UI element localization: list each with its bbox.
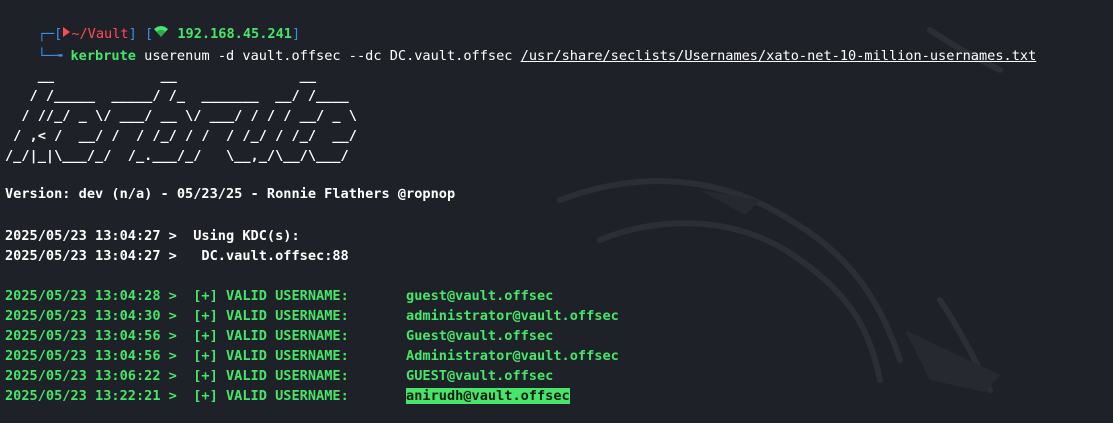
valid-username-value: GUEST@vault.offsec (406, 368, 554, 384)
prompt-line: ┌─[~/Vault] [ 192.168.45.241] (5, 4, 300, 42)
valid-username-value: Administrator@vault.offsec (406, 348, 619, 364)
ascii-banner-line: / ,< / __/ / / /_/ / / / /_/ / /_/ __/ (5, 128, 357, 144)
ascii-banner-line: / /_____ _____/ /_ _______ __/ /____ (5, 88, 357, 104)
kerbrute-ascii-banner: __ __ __ / /_____ _____/ /_ _______ __/ … (5, 66, 357, 166)
valid-username-tag: [+] VALID USERNAME: (193, 348, 349, 364)
log-timestamp: 2025/05/23 13:04:56 > (5, 328, 177, 344)
prompt-corner-bottom: └─╼ (37, 48, 63, 64)
command-args: userenum -d vault.offsec --dc DC.vault.o… (144, 48, 513, 64)
log-timestamp: 2025/05/23 13:04:30 > (5, 308, 177, 324)
command-name: kerbrute (70, 48, 136, 64)
log-line-kdc-host: 2025/05/23 13:04:27 > DC.vault.offsec:88 (5, 246, 349, 266)
valid-username-tag: [+] VALID USERNAME: (193, 388, 349, 404)
log-line-kdc: 2025/05/23 13:04:27 > Using KDC(s): (5, 226, 300, 246)
ascii-banner-line: /_/|_|\___/_/ /_.___/_/ \__,_/\__/\___/ (5, 148, 357, 164)
command-line: └─╼ kerbrute userenum -d vault.offsec --… (5, 26, 1037, 64)
log-timestamp: 2025/05/23 13:06:22 > (5, 368, 177, 384)
valid-username-tag: [+] VALID USERNAME: (193, 288, 349, 304)
log-line-valid-username: 2025/05/23 13:04:56 > [+] VALID USERNAME… (5, 346, 619, 366)
log-timestamp: 2025/05/23 13:04:27 > (5, 248, 177, 264)
valid-username-value: guest@vault.offsec (406, 288, 554, 304)
log-message: DC.vault.offsec:88 (176, 248, 349, 264)
wordlist-path: /usr/share/seclists/Usernames/xato-net-1… (520, 48, 1037, 64)
log-timestamp: 2025/05/23 13:22:21 > (5, 388, 177, 404)
ascii-banner-line: / //_/ _ \/ ___/ __ \/ ___/ / / / __/ _ … (5, 108, 357, 124)
terminal-window[interactable]: ┌─[~/Vault] [ 192.168.45.241] └─╼ kerbru… (0, 0, 1113, 423)
valid-username-tag: [+] VALID USERNAME: (193, 328, 349, 344)
log-message: Using KDC(s): (176, 228, 300, 244)
log-line-valid-username: 2025/05/23 13:04:28 > [+] VALID USERNAME… (5, 286, 553, 306)
log-line-valid-username: 2025/05/23 13:06:22 > [+] VALID USERNAME… (5, 366, 553, 386)
log-timestamp: 2025/05/23 13:04:27 > (5, 228, 177, 244)
log-line-valid-username: 2025/05/23 13:22:21 > [+] VALID USERNAME… (5, 386, 570, 406)
valid-username-value: Guest@vault.offsec (406, 328, 554, 344)
highlighted-username[interactable]: anirudh@vault.offsec (406, 388, 570, 404)
log-line-valid-username: 2025/05/23 13:04:30 > [+] VALID USERNAME… (5, 306, 619, 326)
version-line: Version: dev (n/a) - 05/23/25 - Ronnie F… (5, 186, 456, 202)
cursor-line (5, 404, 46, 423)
log-timestamp: 2025/05/23 13:04:56 > (5, 348, 177, 364)
valid-username-tag: [+] VALID USERNAME: (193, 368, 349, 384)
ascii-banner-line: __ __ __ (5, 68, 357, 84)
valid-username-value: administrator@vault.offsec (406, 308, 619, 324)
valid-username-tag: [+] VALID USERNAME: (193, 308, 349, 324)
log-line-valid-username: 2025/05/23 13:04:56 > [+] VALID USERNAME… (5, 326, 553, 346)
log-timestamp: 2025/05/23 13:04:28 > (5, 288, 177, 304)
